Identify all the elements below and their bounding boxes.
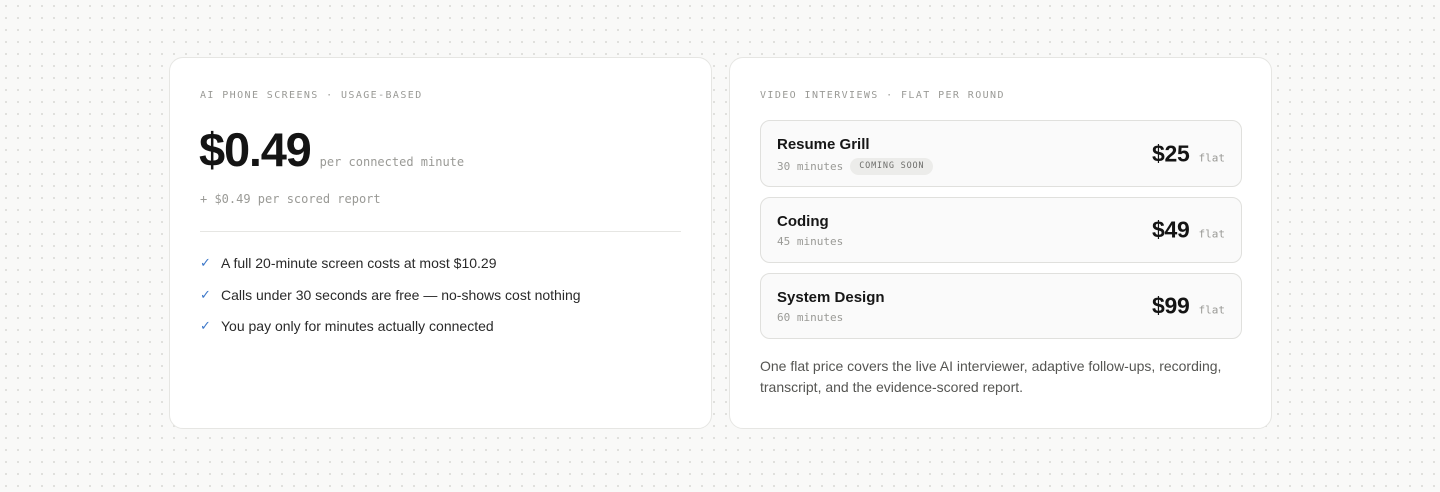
round-price-unit: flat (1198, 227, 1226, 241)
phone-features-list: ✓ A full 20-minute screen costs at most … (200, 253, 581, 348)
feature-item: ✓ You pay only for minutes actually conn… (200, 316, 581, 336)
video-interviews-eyebrow: VIDEO INTERVIEWS · FLAT PER ROUND (760, 90, 1005, 101)
round-duration: 45 minutes (777, 235, 844, 248)
round-system-design: System Design 60 minutes $99 flat (760, 273, 1242, 339)
round-meta: 60 minutes (777, 311, 843, 324)
feature-text: A full 20-minute screen costs at most $1… (221, 255, 497, 271)
round-price-amount: $49 (1152, 216, 1190, 243)
round-price-unit: flat (1198, 303, 1226, 317)
round-price: $99 flat (1152, 293, 1225, 320)
round-resume-grill: Resume Grill 30 minutes COMING SOON $25 … (760, 120, 1242, 187)
phone-price-row: $0.49 per connected minute (199, 126, 464, 173)
phone-screens-pricing-card: AI PHONE SCREENS · USAGE-BASED $0.49 per… (169, 57, 712, 429)
round-meta: 45 minutes (777, 235, 843, 248)
check-icon: ✓ (200, 318, 211, 333)
round-price-amount: $25 (1152, 140, 1190, 166)
round-meta: 30 minutes COMING SOON (777, 158, 934, 175)
divider (200, 231, 681, 232)
interview-rounds-list: Resume Grill 30 minutes COMING SOON $25 … (760, 120, 1242, 339)
round-name: Coding (777, 213, 829, 230)
round-price: $25 flat (1152, 140, 1225, 167)
round-price: $49 flat (1152, 217, 1225, 244)
round-name: System Design (777, 289, 885, 306)
phone-screens-eyebrow: AI PHONE SCREENS · USAGE-BASED (200, 90, 423, 101)
feature-text: You pay only for minutes actually connec… (221, 318, 494, 334)
round-coding: Coding 45 minutes $49 flat (760, 197, 1242, 263)
check-icon: ✓ (200, 255, 211, 270)
feature-text: Calls under 30 seconds are free — no-sho… (221, 286, 581, 303)
coming-soon-badge: COMING SOON (850, 158, 934, 175)
feature-item: ✓ A full 20-minute screen costs at most … (200, 253, 581, 273)
video-interviews-pricing-card: VIDEO INTERVIEWS · FLAT PER ROUND Resume… (729, 57, 1272, 429)
round-duration: 30 minutes (777, 159, 844, 173)
report-price: + $0.49 per scored report (200, 192, 381, 206)
round-price-unit: flat (1198, 151, 1226, 164)
video-pricing-footnote: One flat price covers the live AI interv… (760, 358, 1222, 395)
feature-item: ✓ Calls under 30 seconds are free — no-s… (200, 285, 581, 305)
phone-price-unit: per connected minute (319, 155, 465, 169)
round-duration: 60 minutes (777, 311, 844, 324)
phone-price: $0.49 (199, 123, 312, 176)
check-icon: ✓ (200, 286, 211, 302)
round-name: Resume Grill (777, 136, 870, 153)
round-price-amount: $99 (1152, 292, 1190, 319)
